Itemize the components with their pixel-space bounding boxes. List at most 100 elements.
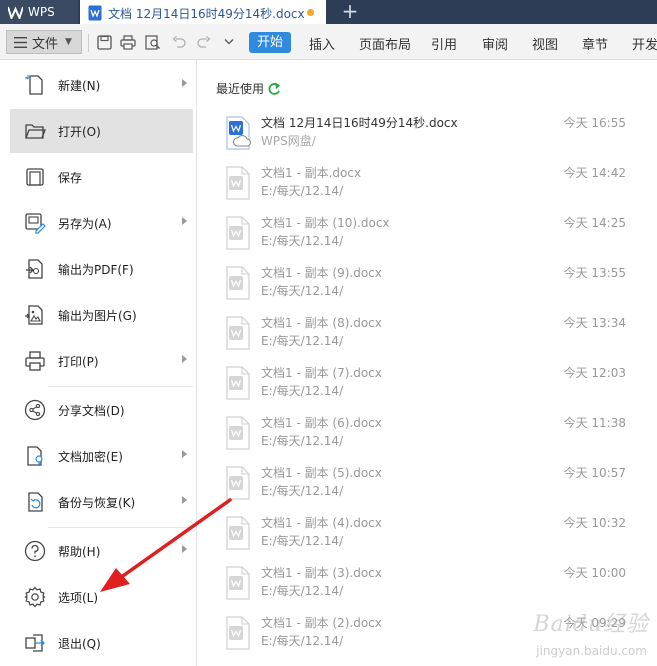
recent-file-time: 今天 10:00 [563, 566, 626, 580]
menu-item-share[interactable]: 分享文档(D) [10, 388, 193, 432]
menu-item-label: 保存 [58, 170, 83, 185]
tab-references[interactable]: 引用 [431, 34, 457, 53]
ribbon-bar: 文件 ▼ 开始 插入 页面布局 引用 审阅 视图 章节 开发 [0, 24, 657, 60]
recent-header-label: 最近使用 [216, 82, 265, 96]
recent-file-item[interactable]: 文档1 - 副本 (5).docx E:/每天/12.14/今天 10:57 [216, 464, 636, 514]
recent-file-time: 今天 16:55 [563, 116, 626, 130]
recent-file-item[interactable]: 文档1 - 副本 (6).docx E:/每天/12.14/今天 11:38 [216, 414, 636, 464]
new-tab-button[interactable]: + [338, 0, 362, 24]
recent-file-item[interactable]: 文档1 - 副本 (7).docx E:/每天/12.14/今天 12:03 [216, 364, 636, 414]
menu-divider [48, 386, 193, 387]
recent-file-item[interactable]: 文档1 - 副本 (4).docx E:/每天/12.14/今天 10:32 [216, 514, 636, 564]
quick-access-more-button[interactable] [219, 32, 239, 52]
tab-start[interactable]: 开始 [249, 32, 291, 53]
recent-file-path: E:/每天/12.14/ [261, 434, 344, 448]
watermark-logo: Baidu经验 [533, 612, 649, 637]
recent-file-item[interactable]: 文档1 - 副本 (10).docx E:/每天/12.14/今天 14:25 [216, 214, 636, 264]
recent-file-name: 文档1 - 副本 (2).docx [261, 616, 382, 630]
recent-file-path: E:/每天/12.14/ [261, 334, 344, 348]
menu-item-options[interactable]: 选项(L) [10, 575, 193, 619]
recent-file-item[interactable]: 文档1 - 副本 (9).docx E:/每天/12.14/今天 13:55 [216, 264, 636, 314]
submenu-arrow-icon [182, 217, 187, 225]
recent-file-path: WPS网盘/ [261, 134, 316, 148]
menu-item-export-pdf[interactable]: 输出为PDF(F) [10, 247, 193, 291]
recent-file-time: 今天 13:34 [563, 316, 626, 330]
cloud-doc-icon [226, 116, 252, 150]
menu-item-help[interactable]: 帮助(H) [10, 529, 193, 573]
share-icon [24, 399, 46, 421]
menu-item-new[interactable]: 新建(N) [10, 63, 193, 107]
recent-header: 最近使用 [216, 80, 281, 97]
menu-item-backup[interactable]: 备份与恢复(K) [10, 480, 193, 524]
recent-file-name: 文档1 - 副本 (3).docx [261, 566, 382, 580]
tab-review[interactable]: 审阅 [482, 34, 508, 53]
quick-print-button[interactable] [118, 32, 138, 52]
menu-item-label: 新建(N) [58, 78, 101, 93]
menu-item-print[interactable]: 打印(P) [10, 339, 193, 383]
doc-file-icon [226, 216, 250, 250]
menu-item-save[interactable]: 保存 [10, 155, 193, 199]
menu-item-save-as[interactable]: 另存为(A) [10, 201, 193, 245]
redo-button[interactable] [194, 32, 214, 52]
ribbon-separator [88, 34, 89, 52]
recent-file-path: E:/每天/12.14/ [261, 234, 344, 248]
unsaved-dot-icon [307, 9, 314, 16]
recent-file-path: E:/每天/12.14/ [261, 184, 344, 198]
chevron-down-icon: ▼ [65, 37, 72, 47]
title-tab-bar: WPS 文档 12月14日16时49分14秒.docx + [0, 0, 657, 24]
doc-file-icon [226, 416, 250, 450]
gear-icon [24, 586, 46, 608]
tab-wps-home[interactable]: WPS [0, 0, 78, 24]
folder-open-icon [25, 124, 46, 139]
tab-view[interactable]: 视图 [532, 34, 558, 53]
menu-item-open[interactable]: 打开(O) [10, 109, 193, 153]
recent-file-item[interactable]: 文档1 - 副本.docx E:/每天/12.14/今天 14:42 [216, 164, 636, 214]
printer-icon [120, 34, 136, 50]
doc-file-icon [226, 516, 250, 550]
tab-page-layout[interactable]: 页面布局 [359, 34, 411, 53]
doc-file-icon [226, 316, 250, 350]
menu-item-label: 文档加密(E) [58, 449, 123, 464]
menu-item-label: 输出为PDF(F) [58, 262, 134, 277]
recent-file-name: 文档1 - 副本.docx [261, 166, 362, 180]
recent-file-path: E:/每天/12.14/ [261, 634, 344, 648]
doc-file-icon [226, 566, 250, 600]
submenu-arrow-icon [182, 79, 187, 87]
doc-file-icon [226, 166, 250, 200]
menu-item-export-image[interactable]: 输出为图片(G) [10, 293, 193, 337]
menu-item-label: 分享文档(D) [58, 403, 125, 418]
recent-file-time: 今天 14:42 [563, 166, 626, 180]
recent-file-name: 文档1 - 副本 (9).docx [261, 266, 382, 280]
backup-icon [28, 492, 43, 512]
menu-item-exit[interactable]: 退出(Q) [10, 621, 193, 665]
refresh-icon[interactable] [267, 82, 281, 96]
menu-item-label: 输出为图片(G) [58, 308, 137, 323]
submenu-arrow-icon [182, 450, 187, 458]
tab-developer[interactable]: 开发 [632, 34, 657, 53]
recent-file-item[interactable]: 文档1 - 副本 (8).docx E:/每天/12.14/今天 13:34 [216, 314, 636, 364]
menu-item-encrypt[interactable]: 文档加密(E) [10, 434, 193, 478]
recent-file-time: 今天 11:38 [563, 416, 626, 430]
menu-item-label: 另存为(A) [58, 216, 112, 231]
submenu-arrow-icon [182, 545, 187, 553]
undo-button[interactable] [169, 32, 189, 52]
recent-file-name: 文档1 - 副本 (4).docx [261, 516, 382, 530]
tab-document[interactable]: 文档 12月14日16时49分14秒.docx [80, 0, 326, 24]
tab-section[interactable]: 章节 [582, 34, 608, 53]
image-export-icon [25, 305, 43, 325]
menu-item-label: 备份与恢复(K) [58, 495, 136, 510]
file-menu-button[interactable]: 文件 ▼ [6, 30, 82, 54]
quick-save-button[interactable] [94, 32, 114, 52]
tab-insert[interactable]: 插入 [309, 34, 335, 53]
recent-file-name: 文档 12月14日16时49分14秒.docx [261, 116, 458, 130]
save-as-icon [25, 213, 46, 234]
menu-divider [48, 527, 193, 528]
word-doc-icon [88, 5, 102, 21]
file-menu-label: 文件 [32, 36, 59, 52]
recent-file-time: 今天 12:03 [563, 366, 626, 380]
recent-file-path: E:/每天/12.14/ [261, 584, 344, 598]
recent-file-item[interactable]: 文档 12月14日16时49分14秒.docx WPS网盘/ 今天 16:55 [216, 114, 636, 164]
recent-file-name: 文档1 - 副本 (6).docx [261, 416, 382, 430]
doc-file-icon [226, 616, 250, 650]
print-preview-button[interactable] [143, 32, 163, 52]
